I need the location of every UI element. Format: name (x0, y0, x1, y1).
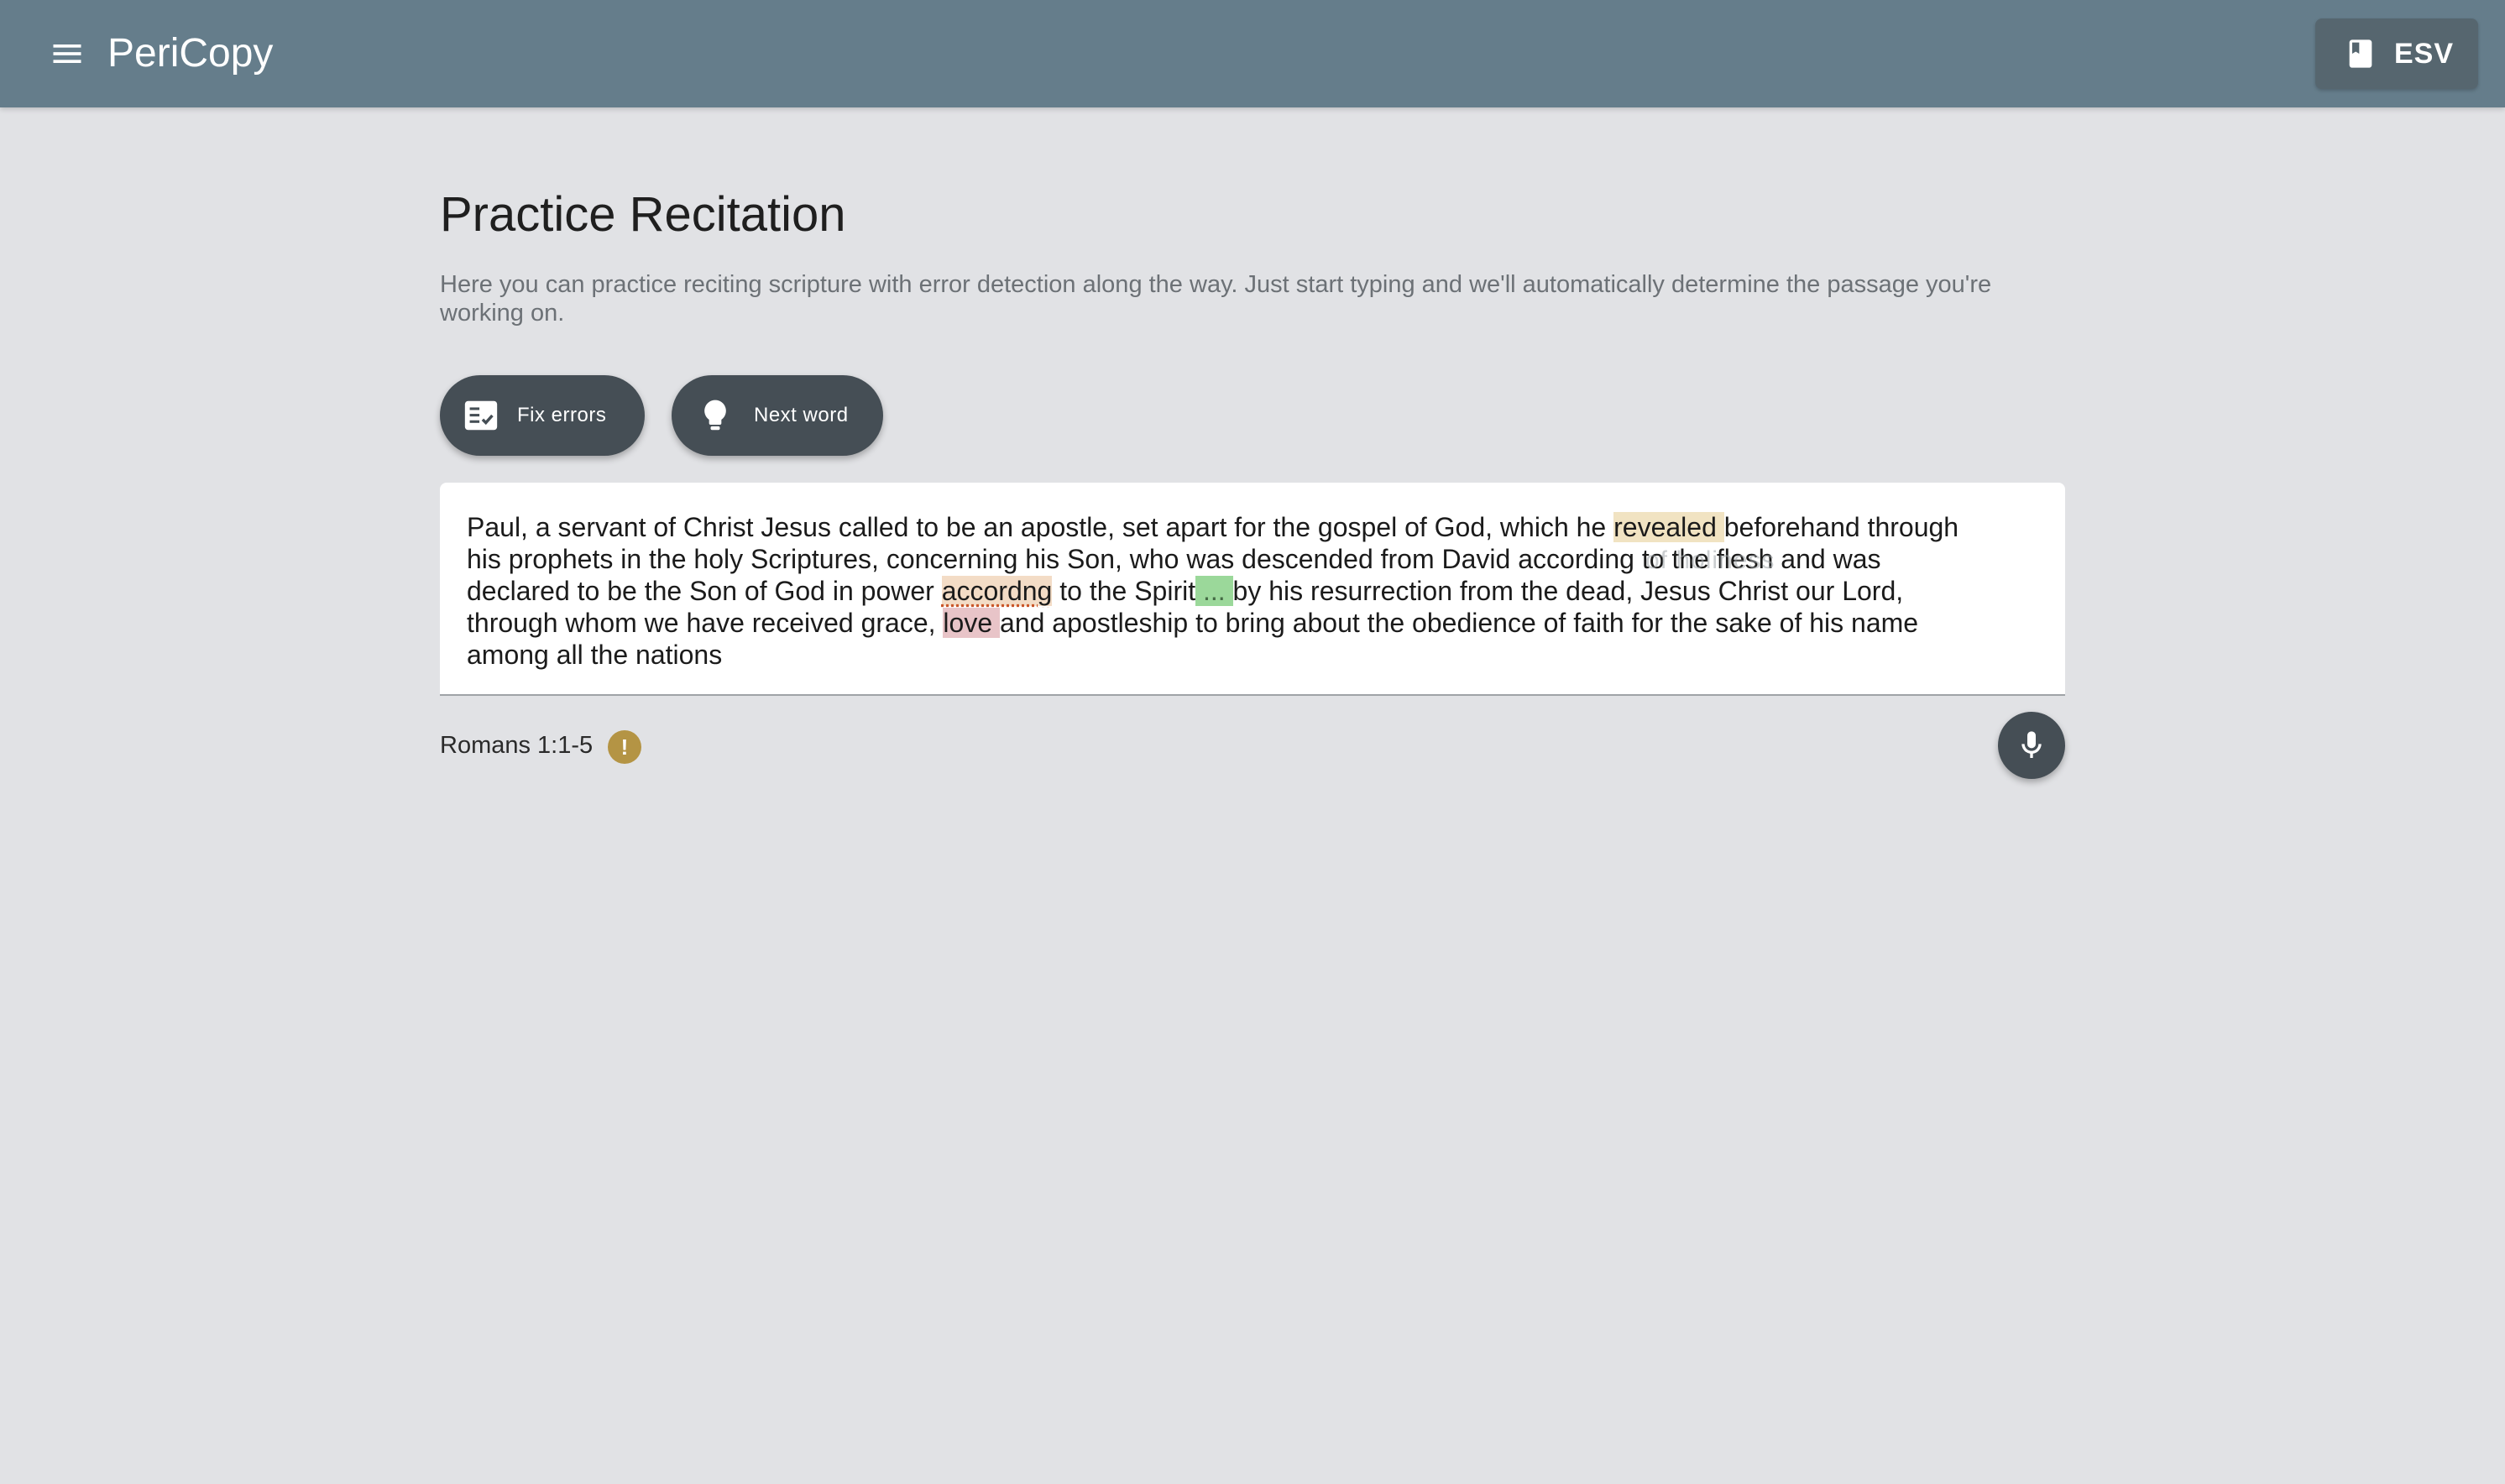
recitation-line: through whom we have received grace, lov… (467, 607, 2045, 639)
lightbulb-icon (697, 397, 734, 434)
next-word-label: Next word (754, 404, 849, 426)
recitation-line: his prophets in the holy Scriptures, con… (467, 544, 1881, 574)
text-segment: beforehand through (1723, 512, 1959, 542)
page-description: Here you can practice reciting scripture… (440, 271, 1992, 327)
passage-reference: Romans 1:1-5 (440, 732, 594, 759)
warning-icon[interactable]: ! (608, 730, 641, 764)
text-segment: Paul, a servant of Christ Jesus called t… (467, 512, 1614, 542)
recitation-text: Paul, a servant of Christ Jesus called t… (467, 511, 2045, 671)
recitation-input[interactable]: Paul, a servant of Christ Jesus called t… (440, 483, 2065, 696)
text-segment: and apostleship to bring about the obedi… (1000, 608, 1919, 638)
app-title: PeriCopy (107, 31, 274, 76)
book-icon (2349, 39, 2372, 68)
recitation-line: among all the nations (467, 640, 723, 670)
fix-errors-button[interactable]: Fix errors (440, 375, 645, 456)
text-segment: to the Spirit (1052, 576, 1196, 606)
wrong-word[interactable]: love (943, 608, 1001, 638)
fix-errors-label: Fix errors (517, 404, 607, 426)
version-label: ESV (2394, 37, 2455, 70)
recitation-line: Paul, a servant of Christ Jesus called t… (467, 511, 2045, 543)
mic-icon (2021, 731, 2042, 758)
hint-tooltip: of holiness (1645, 546, 1775, 574)
text-segment: declared to be the Son of God in power (467, 576, 942, 606)
text-segment: through whom we have received grace, (467, 608, 944, 638)
version-button[interactable]: ESV (2315, 18, 2478, 89)
menu-button[interactable] (40, 27, 94, 81)
page-title: Practice Recitation (440, 187, 846, 242)
microphone-button[interactable] (1998, 712, 2065, 779)
checklist-icon (462, 396, 500, 435)
menu-icon (53, 44, 81, 63)
highlighted-word: revealed (1613, 512, 1724, 542)
next-word-button[interactable]: Next word (672, 375, 883, 456)
app-bar: PeriCopy ESV (0, 0, 2505, 107)
misspelled-word[interactable]: accordng (941, 576, 1053, 606)
text-segment: by his resurrection from the dead, Jesus… (1232, 576, 1904, 606)
recitation-line: declared to be the Son of God in power a… (467, 575, 2045, 607)
skipped-words-marker[interactable]: ... (1195, 576, 1233, 606)
